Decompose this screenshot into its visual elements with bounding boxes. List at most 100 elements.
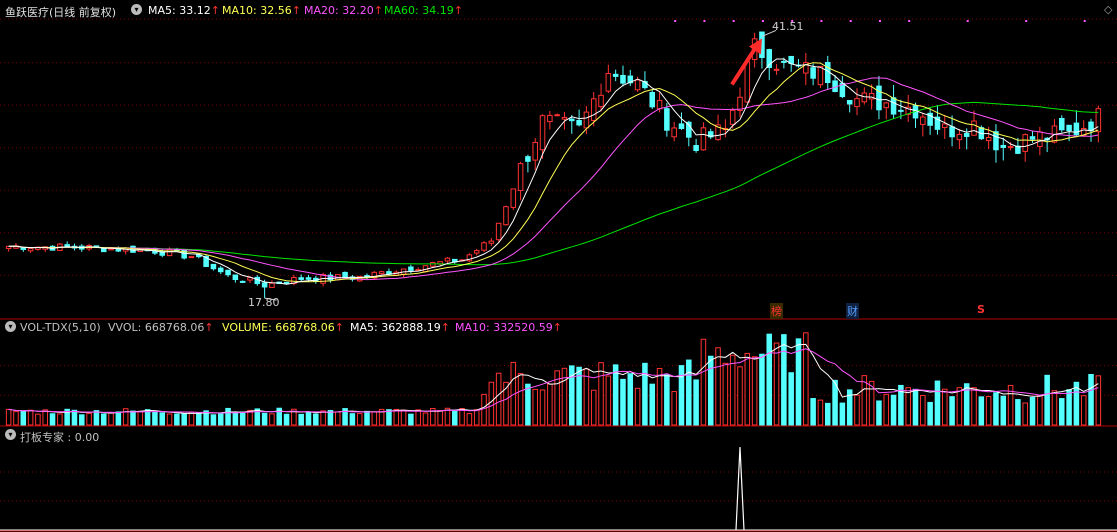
settings-toggle-icon[interactable]: ▾ — [5, 321, 16, 332]
settings-toggle-icon[interactable]: ▾ — [5, 429, 16, 440]
candle — [649, 91, 655, 108]
volume-bar — [452, 409, 458, 426]
volume-bar — [876, 400, 882, 426]
volume-bar — [49, 413, 56, 426]
volume-bar — [261, 412, 268, 426]
volume-bar — [517, 373, 524, 426]
signal-indicator-label[interactable]: 打板专家 : 0.00 — [20, 429, 99, 445]
candle — [239, 280, 246, 283]
volume-bar — [634, 387, 641, 426]
marker-bang[interactable]: 榜 — [770, 303, 783, 319]
marker-cai[interactable]: 财 — [846, 303, 859, 319]
volume-bar — [188, 411, 195, 426]
volume-bar — [356, 413, 363, 426]
volume-bar — [759, 353, 765, 426]
vol-indicator-name[interactable]: VOL-TDX(5,10) — [20, 321, 101, 334]
volume-bar — [320, 410, 326, 426]
volume-bar — [422, 412, 429, 426]
top-dot-marker — [1083, 20, 1086, 22]
candle — [561, 116, 568, 120]
volume-bar — [751, 356, 758, 426]
volume-bar — [561, 367, 568, 426]
volume-bar — [108, 412, 114, 426]
candle — [583, 111, 590, 129]
volume-bar — [1037, 395, 1043, 426]
candle — [305, 277, 312, 280]
volume-bar — [196, 412, 202, 426]
candle — [890, 97, 897, 115]
volume-bar — [86, 412, 92, 426]
top-dot-marker — [908, 20, 911, 22]
candle — [503, 206, 509, 226]
volume-bar — [707, 355, 714, 426]
volume-bar — [839, 402, 846, 426]
volume-bar — [547, 383, 553, 426]
top-dot-marker — [732, 20, 735, 22]
candle — [64, 244, 70, 247]
candle — [781, 60, 787, 63]
volume-bar — [239, 411, 246, 426]
volume-bar — [590, 389, 597, 426]
volume-bar — [225, 407, 231, 426]
top-dot-marker — [849, 20, 852, 22]
candle — [590, 98, 597, 121]
volume-bar — [57, 413, 63, 426]
candle — [1007, 146, 1014, 149]
top-dot-marker — [761, 20, 764, 22]
volume-bar — [583, 368, 590, 426]
volume-bar — [854, 394, 860, 426]
volume-bar — [671, 391, 677, 426]
ma60-readout: MA60: 34.19↑ — [384, 4, 463, 17]
top-dot-marker — [703, 20, 706, 22]
candle — [920, 116, 926, 125]
volume-bar — [1000, 395, 1007, 426]
diamond-icon[interactable]: ◇ — [1104, 3, 1112, 16]
candle — [656, 99, 663, 110]
volume-bar — [890, 394, 897, 426]
candle — [210, 263, 217, 270]
volume-bar — [1051, 390, 1058, 426]
high-price-label: 41.51 — [772, 20, 804, 33]
volume-bar — [79, 414, 85, 426]
volume-bar — [642, 362, 648, 426]
candle — [1000, 144, 1007, 148]
settings-toggle-icon[interactable]: ▾ — [131, 4, 142, 15]
volume-bar — [283, 413, 290, 426]
volume-bar — [393, 408, 400, 426]
candle — [510, 188, 517, 208]
candle — [729, 109, 736, 125]
candle — [620, 74, 626, 84]
volume-bar — [488, 381, 495, 426]
volume-bar — [525, 383, 531, 426]
vol-ma10-readout: MA10: 332520.59↑ — [455, 321, 562, 334]
marker-s[interactable]: S — [977, 303, 985, 316]
volume-bar — [693, 379, 699, 426]
candle — [671, 127, 677, 138]
candle — [700, 127, 707, 151]
stock-chart[interactable] — [0, 0, 1117, 532]
candle — [1073, 122, 1080, 136]
candle — [481, 242, 487, 251]
volume-bar — [1022, 402, 1028, 426]
price-title[interactable]: 鱼跃医疗(日线 前复权) — [5, 4, 116, 20]
candle — [269, 282, 275, 288]
candle — [1022, 134, 1028, 152]
low-price-label: 17.80 — [248, 296, 280, 309]
volume-bar — [971, 387, 977, 426]
candle — [547, 114, 553, 123]
volume-bar — [598, 362, 604, 426]
candle — [846, 100, 853, 105]
volume-bar — [905, 387, 911, 426]
ma20-readout: MA20: 32.20↑ — [304, 4, 383, 17]
volume-bar — [539, 389, 546, 426]
candle — [963, 132, 970, 137]
candle — [444, 257, 451, 262]
top-dot-marker — [878, 20, 881, 22]
candle — [100, 247, 107, 253]
volume-bar — [737, 366, 743, 426]
volume-bar — [788, 372, 794, 426]
volume-bar — [210, 414, 217, 426]
volume-bar — [941, 388, 948, 426]
candle — [283, 281, 290, 285]
volume-bar — [920, 395, 926, 426]
